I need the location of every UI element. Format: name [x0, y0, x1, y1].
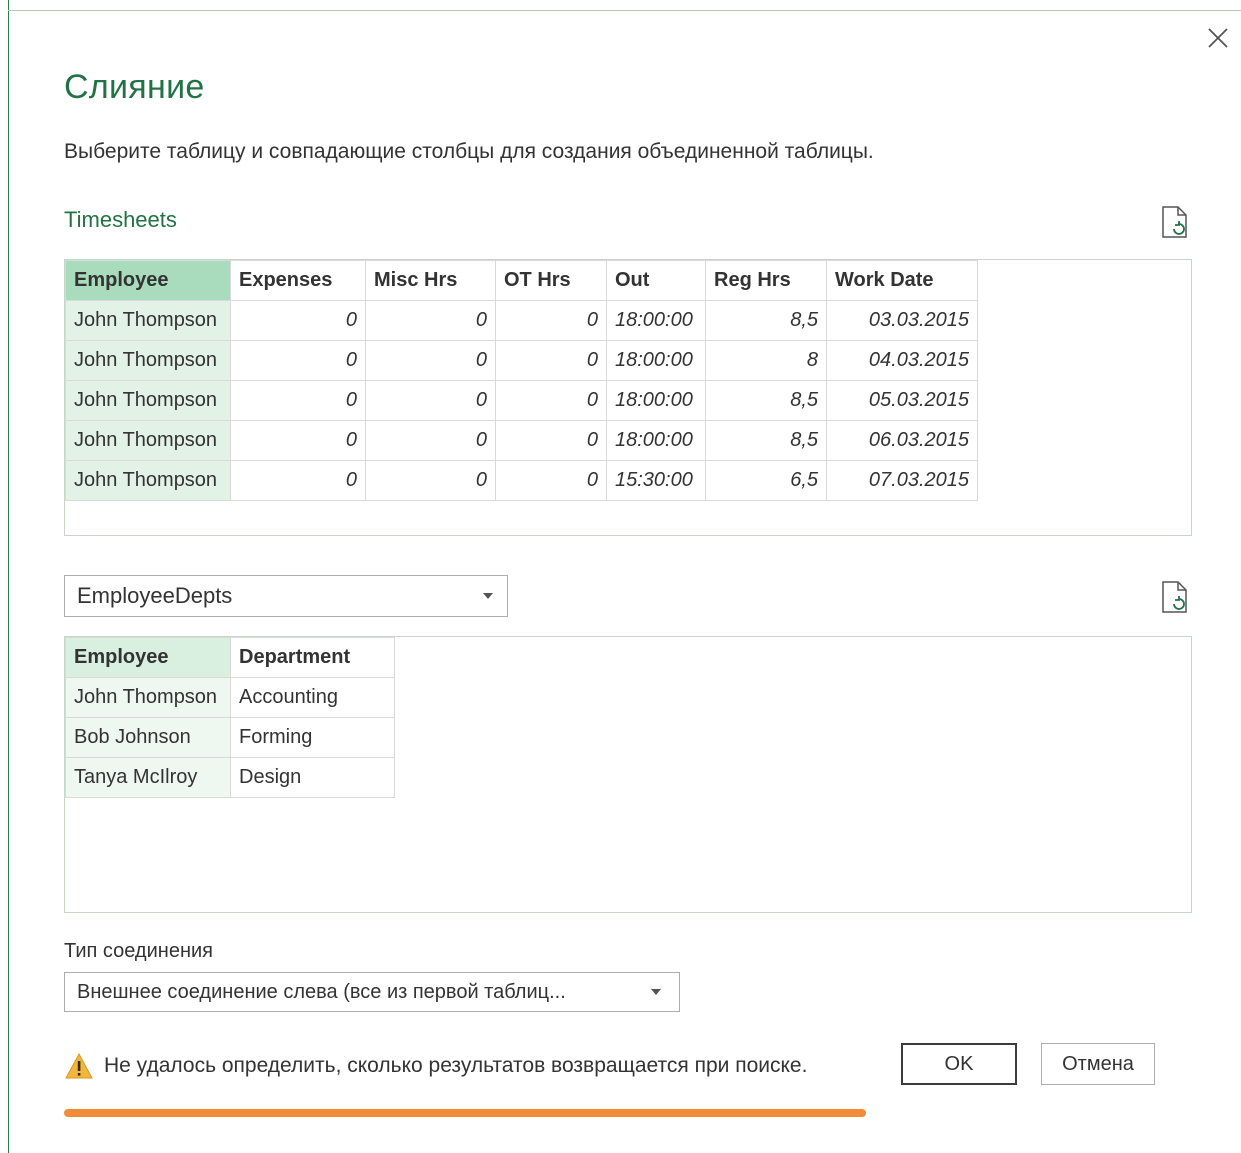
table-cell: 0	[495, 300, 607, 341]
table-cell: 0	[230, 380, 366, 421]
table-cell: 0	[365, 380, 496, 421]
table-cell: 0	[230, 300, 366, 341]
warning-text: Не удалось определить, сколько результат…	[104, 1054, 808, 1077]
table-header-row: Employee Department	[65, 637, 395, 678]
table-cell[interactable]: Bob Johnson	[65, 717, 231, 758]
table-row: John Thompson 0 0 0 18:00:00 8 04.03.201…	[65, 340, 978, 381]
column-header-employee[interactable]: Employee	[65, 260, 231, 301]
table-cell: 8	[705, 340, 827, 381]
second-table-preview: Employee Department John Thompson Accoun…	[64, 636, 1192, 913]
table-cell: 0	[230, 460, 366, 501]
table-cell[interactable]: John Thompson	[65, 340, 231, 381]
table-cell: 07.03.2015	[826, 460, 978, 501]
refresh-file-icon	[1162, 581, 1187, 613]
table-cell: 0	[365, 340, 496, 381]
chevron-down-icon	[651, 989, 661, 995]
second-table-select[interactable]: EmployeeDepts	[64, 575, 508, 617]
table-cell: 05.03.2015	[826, 380, 978, 421]
second-table-select-value: EmployeeDepts	[77, 583, 233, 608]
table-row: John Thompson 0 0 0 18:00:00 8,5 05.03.2…	[65, 380, 978, 421]
table-cell: 18:00:00	[606, 380, 706, 421]
table-cell: 0	[495, 380, 607, 421]
close-icon	[1208, 28, 1228, 48]
merge-dialog: Слияние Выберите таблицу и совпадающие с…	[0, 0, 1241, 1153]
table-cell: 0	[365, 300, 496, 341]
progress-bar	[64, 1109, 866, 1117]
dialog-title: Слияние	[64, 68, 205, 106]
cancel-button[interactable]: Отмена	[1041, 1043, 1155, 1085]
table-header-row: Employee Expenses Misc Hrs OT Hrs Out Re…	[65, 260, 978, 301]
dialog-border-top	[8, 10, 1241, 11]
column-header-ot-hrs[interactable]: OT Hrs	[495, 260, 607, 301]
table-row: Tanya McIlroy Design	[65, 757, 395, 798]
table-cell[interactable]: John Thompson	[65, 380, 231, 421]
table-cell: 0	[495, 420, 607, 461]
table-cell[interactable]: John Thompson	[65, 460, 231, 501]
table-cell: 0	[365, 460, 496, 501]
ok-button[interactable]: OK	[901, 1043, 1017, 1085]
first-table-grid: Employee Expenses Misc Hrs OT Hrs Out Re…	[65, 260, 978, 501]
table-cell[interactable]: John Thompson	[65, 677, 231, 718]
chevron-down-icon	[483, 593, 493, 599]
table-cell: Accounting	[230, 677, 395, 718]
table-cell: 04.03.2015	[826, 340, 978, 381]
first-table-label: Timesheets	[64, 207, 177, 232]
table-cell: Forming	[230, 717, 395, 758]
column-header-department[interactable]: Department	[230, 637, 395, 678]
refresh-file-icon	[1162, 206, 1187, 238]
table-row: John Thompson 0 0 0 15:30:00 6,5 07.03.2…	[65, 460, 978, 501]
table-cell: 8,5	[705, 300, 827, 341]
table-cell: 15:30:00	[606, 460, 706, 501]
table-cell: 0	[365, 420, 496, 461]
table-cell: 18:00:00	[606, 420, 706, 461]
table-row: John Thompson 0 0 0 18:00:00 8,5 06.03.2…	[65, 420, 978, 461]
warning-icon	[65, 1052, 93, 1079]
table-row: John Thompson Accounting	[65, 677, 395, 718]
table-cell: 0	[230, 420, 366, 461]
column-header-out[interactable]: Out	[606, 260, 706, 301]
join-type-select[interactable]: Внешнее соединение слева (все из первой …	[64, 972, 680, 1012]
table-row: Bob Johnson Forming	[65, 717, 395, 758]
first-table-preview: Employee Expenses Misc Hrs OT Hrs Out Re…	[64, 259, 1192, 536]
column-header-expenses[interactable]: Expenses	[230, 260, 366, 301]
table-cell[interactable]: Tanya McIlroy	[65, 757, 231, 798]
dialog-border	[8, 0, 9, 1153]
column-header-employee[interactable]: Employee	[65, 637, 231, 678]
table-cell: Design	[230, 757, 395, 798]
dialog-subtitle: Выберите таблицу и совпадающие столбцы д…	[64, 140, 874, 163]
table-cell: 06.03.2015	[826, 420, 978, 461]
column-header-work-date[interactable]: Work Date	[826, 260, 978, 301]
table-cell: 18:00:00	[606, 340, 706, 381]
table-cell: 0	[495, 460, 607, 501]
table-cell: 6,5	[705, 460, 827, 501]
table-cell: 0	[495, 340, 607, 381]
close-button[interactable]	[1202, 22, 1234, 54]
table-cell[interactable]: John Thompson	[65, 420, 231, 461]
table-cell: 8,5	[705, 380, 827, 421]
column-header-reg-hrs[interactable]: Reg Hrs	[705, 260, 827, 301]
warning-message: Не удалось определить, сколько результат…	[64, 1052, 807, 1080]
join-type-value: Внешнее соединение слева (все из первой …	[77, 980, 566, 1003]
table-cell: 8,5	[705, 420, 827, 461]
second-table-grid: Employee Department John Thompson Accoun…	[65, 637, 395, 798]
refresh-preview-button-1[interactable]	[1160, 205, 1190, 239]
table-cell: 03.03.2015	[826, 300, 978, 341]
table-cell: 18:00:00	[606, 300, 706, 341]
column-header-misc-hrs[interactable]: Misc Hrs	[365, 260, 496, 301]
join-type-label: Тип соединения	[64, 940, 213, 962]
table-cell: 0	[230, 340, 366, 381]
table-row: John Thompson 0 0 0 18:00:00 8,5 03.03.2…	[65, 300, 978, 341]
refresh-preview-button-2[interactable]	[1160, 580, 1190, 614]
table-cell[interactable]: John Thompson	[65, 300, 231, 341]
